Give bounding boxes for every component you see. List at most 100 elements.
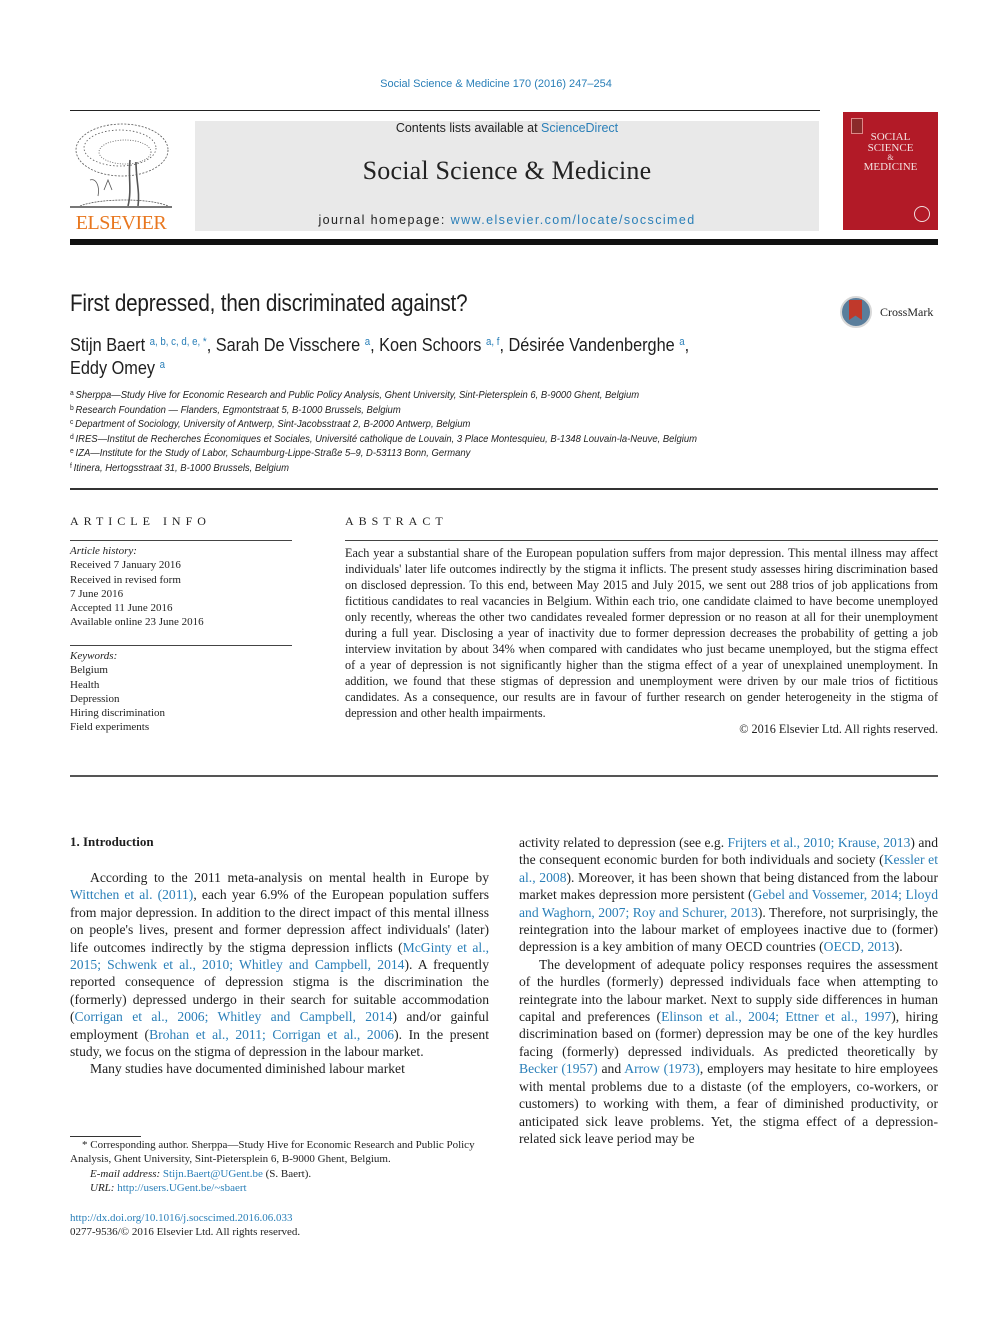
citation-link[interactable]: Arrow (1973) (624, 1061, 700, 1076)
author-list: Stijn Baert a, b, c, d, e, *, Sarah De V… (70, 333, 739, 379)
body-paragraph: According to the 2011 meta-analysis on m… (70, 869, 489, 1060)
body-text: According to the 2011 meta-analysis on m… (90, 870, 489, 885)
journal-title: Social Science & Medicine (362, 156, 652, 185)
citation-link[interactable]: Becker (1957) (519, 1061, 598, 1076)
cover-title: SOCIAL SCIENCE & MEDICINE (843, 132, 938, 173)
article-title: First depressed, then discriminated agai… (70, 290, 468, 317)
issn-copyright: 0277-9536/© 2016 Elsevier Ltd. All right… (70, 1226, 301, 1239)
doi-link[interactable]: http://dx.doi.org/10.1016/j.socscimed.20… (70, 1211, 300, 1225)
body-paragraph: Many studies have documented diminished … (70, 1060, 489, 1077)
author-affiliation-refs[interactable]: a (160, 359, 165, 371)
affiliation-text: IRES—Institut de Recherches Économiques … (75, 432, 697, 445)
keyword-item: Hiring discrimination (70, 707, 166, 720)
author-separator: , (370, 334, 380, 355)
article-history: Article history: Received 7 January 2016… (70, 544, 204, 630)
footnote-rule (70, 1136, 141, 1137)
url-label: URL: (90, 1181, 115, 1194)
doi-block: http://dx.doi.org/10.1016/j.socscimed.20… (70, 1211, 300, 1240)
crossmark-button[interactable]: CrossMark (840, 296, 940, 334)
journal-citation-link[interactable]: Social Science & Medicine 170 (2016) 247… (0, 78, 992, 90)
author-name[interactable]: Koen Schoors (379, 334, 481, 355)
homepage-prefix: journal homepage: (318, 213, 451, 227)
citation-link[interactable]: OECD, 2013 (824, 939, 895, 954)
article-info-heading: ARTICLE INFO (70, 514, 211, 528)
affiliation-list: a Sherppa—Study Hive for Economic Researc… (70, 388, 772, 475)
history-item: Available online 23 June 2016 (70, 616, 204, 629)
section-rule (70, 488, 938, 490)
abstract: Each year a substantial share of the Eur… (345, 545, 938, 737)
author-url-link[interactable]: http://users.UGent.be/~sbaert (117, 1182, 246, 1194)
affiliation-text: Department of Sociology, University of A… (75, 418, 471, 430)
body-text: activity related to depression (see e.g. (519, 835, 728, 850)
history-item: 7 June 2016 (70, 587, 124, 600)
citation-link[interactable]: Frijters et al., 2010; Krause, 2013 (728, 835, 911, 850)
header-rule (70, 110, 820, 111)
author-separator: , (206, 334, 216, 355)
author-separator: , (499, 334, 509, 355)
sciencedirect-link[interactable]: ScienceDirect (541, 121, 618, 135)
abstract-heading: ABSTRACT (345, 514, 448, 528)
section-heading: 1. Introduction (70, 834, 154, 849)
citation-link[interactable]: Wittchen et al. (2011) (70, 887, 193, 902)
contents-prefix: Contents lists available at (395, 121, 542, 135)
affiliation-item: e IZA—Institute for the Study of Labor, S… (70, 446, 772, 461)
body-column-right: activity related to depression (see e.g.… (519, 834, 938, 1147)
corresponding-author-note: * Corresponding author. Sherppa—Study Hi… (70, 1139, 475, 1166)
email-line: E-mail address: Stijn.Baert@UGent.be (S.… (70, 1167, 490, 1181)
affiliation-text: Research Foundation — Flanders, Egmontst… (75, 403, 401, 416)
homepage-line: journal homepage: www.elsevier.com/locat… (195, 213, 819, 227)
article-info-rule (70, 645, 292, 646)
keywords: Keywords: Belgium Health Depression Hiri… (70, 649, 165, 735)
author-affiliation-refs[interactable]: a, b, c, d, e, * (150, 336, 207, 348)
email-label: E-mail address: (90, 1167, 161, 1180)
affiliation-item: d IRES—Institut de Recherches Économiques… (70, 432, 772, 447)
contents-line: Contents lists available at ScienceDirec… (195, 121, 819, 135)
email-link[interactable]: Stijn.Baert@UGent.be (163, 1168, 263, 1180)
author-name[interactable]: Sarah De Visschere (216, 334, 360, 355)
elsevier-tree-icon (70, 123, 172, 208)
abstract-copyright: © 2016 Elsevier Ltd. All rights reserved… (739, 722, 938, 736)
author-name[interactable]: Eddy Omey (70, 357, 155, 378)
cover-title-line: MEDICINE (863, 161, 918, 173)
author-name[interactable]: Désirée Vandenberghe (508, 334, 674, 355)
affiliation-item: b Research Foundation — Flanders, Egmonts… (70, 403, 772, 418)
keyword-item: Belgium (70, 664, 108, 677)
affiliation-key: a (70, 388, 74, 397)
affiliation-key: d (70, 431, 74, 441)
body-text: ). (894, 939, 903, 955)
author-name[interactable]: Stijn Baert (70, 334, 145, 355)
history-label: Article history: (70, 545, 137, 557)
journal-cover-image[interactable]: SOCIAL SCIENCE & MEDICINE (843, 112, 938, 230)
journal-homepage-link[interactable]: www.elsevier.com/locate/socscimed (451, 213, 696, 227)
affiliation-key: c (70, 417, 74, 426)
affiliation-key: b (70, 402, 74, 412)
body-paragraph: The development of adequate policy respo… (519, 956, 938, 1147)
url-line: URL: http://users.UGent.be/~sbaert (70, 1181, 490, 1195)
citation-link[interactable]: Elinson et al., 2004; Ettner et al., 199… (661, 1009, 891, 1024)
section-rule (70, 775, 938, 777)
journal-banner: Contents lists available at ScienceDirec… (195, 121, 819, 231)
history-item: Accepted 11 June 2016 (70, 602, 173, 615)
citation-link[interactable]: Brohan et al., 2011; Corrigan et al., 20… (149, 1027, 394, 1042)
author-affiliation-refs[interactable]: a, f (486, 336, 499, 348)
history-item: Received 7 January 2016 (70, 559, 181, 572)
citation-link[interactable]: Corrigan et al., 2006; Whitley and Campb… (75, 1009, 393, 1024)
footnote: * Corresponding author. Sherppa—Study Hi… (70, 1138, 490, 1195)
elsevier-logo[interactable]: ELSEVIER (70, 120, 172, 235)
elsevier-wordmark: ELSEVIER (75, 212, 167, 234)
affiliation-key: f (70, 460, 72, 470)
affiliation-text: Sherppa—Study Hive for Economic Research… (75, 389, 640, 401)
abstract-rule (345, 540, 938, 541)
affiliation-key: e (70, 446, 74, 455)
crossmark-label: CrossMark (880, 305, 934, 319)
affiliation-item: f Itinera, Hertogsstraat 31, B-1000 Bruss… (70, 461, 772, 476)
header-thick-rule (70, 239, 938, 245)
affiliation-text: Itinera, Hertogsstraat 31, B-1000 Brusse… (73, 461, 290, 474)
affiliation-text: IZA—Institute for the Study of Labor, Sc… (75, 447, 471, 459)
body-column-left: According to the 2011 meta-analysis on m… (70, 869, 489, 1078)
cover-seal-icon (914, 206, 930, 222)
keywords-label: Keywords: (70, 650, 118, 662)
affiliation-item: c Department of Sociology, University of … (70, 417, 772, 432)
body-text: and (597, 1061, 625, 1077)
body-text: Many studies have documented diminished … (90, 1061, 405, 1077)
